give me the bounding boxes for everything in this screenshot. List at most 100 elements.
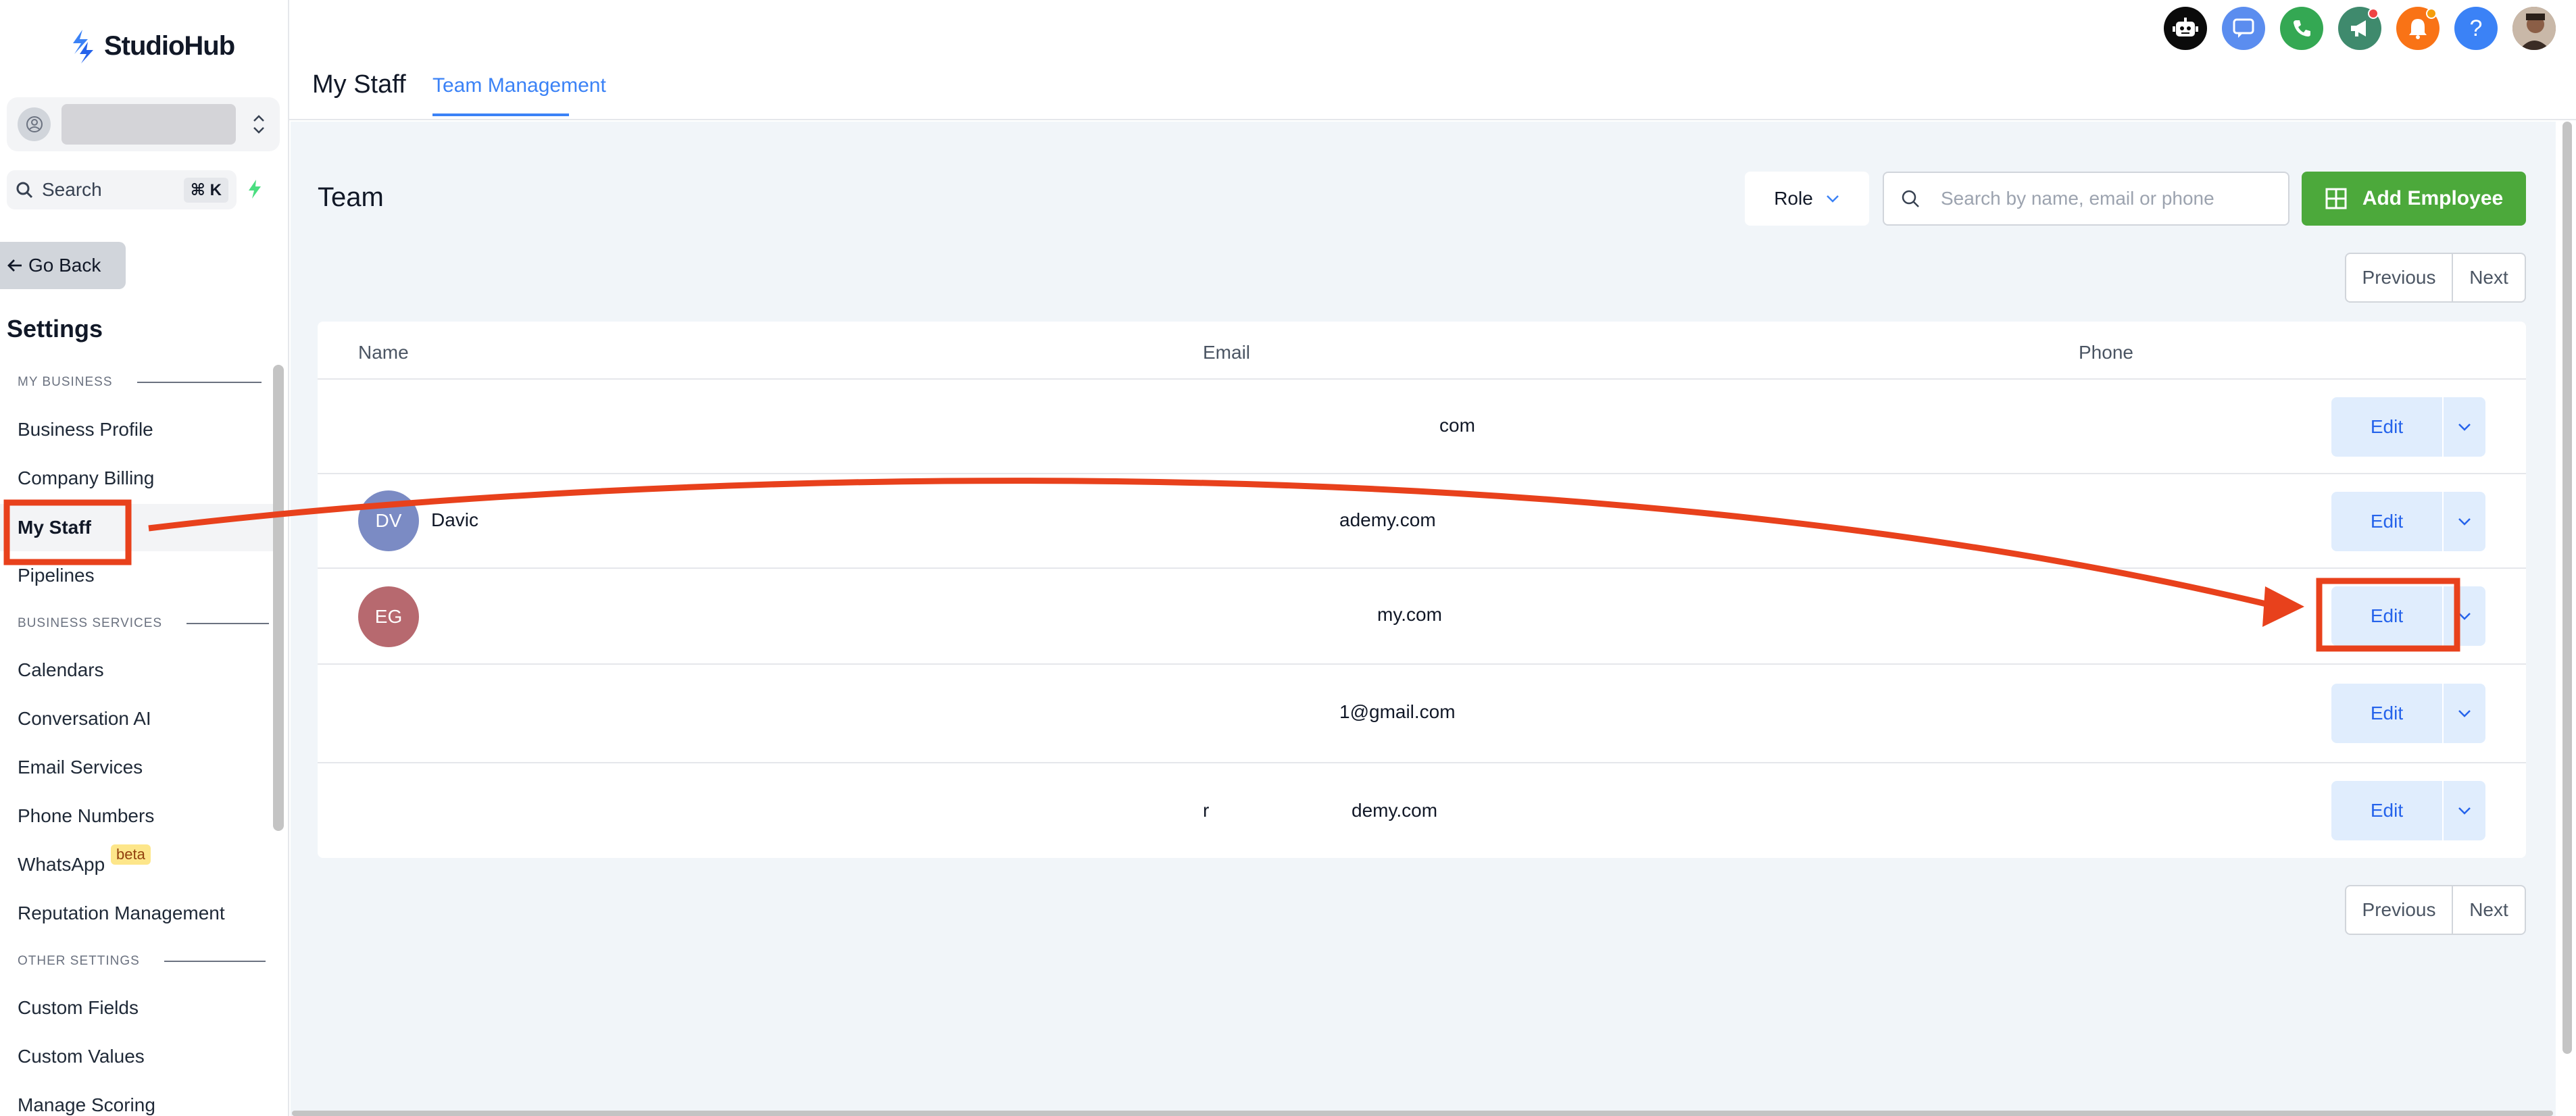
- top-header: My Staff Team Management ?: [289, 0, 2576, 120]
- header-icons: ?: [2164, 7, 2556, 50]
- edit-button[interactable]: Edit: [2331, 781, 2442, 840]
- row-action-group: Edit: [2331, 781, 2485, 840]
- table-row: 1@gmail.com Edit: [318, 663, 2526, 762]
- row-name: Davic: [431, 509, 479, 530]
- search-icon: [1902, 190, 1919, 207]
- help-icon[interactable]: ?: [2454, 7, 2498, 50]
- sidebar-item-manage-scoring[interactable]: Manage Scoring: [18, 1094, 155, 1116]
- row-action-dropdown[interactable]: [2444, 492, 2485, 551]
- row-action-dropdown[interactable]: [2444, 397, 2485, 457]
- employee-search-input[interactable]: Search by name, email or phone: [1883, 172, 2289, 226]
- table-row: EG my.com Edit: [318, 567, 2526, 663]
- sidebar-scrollbar[interactable]: [273, 365, 284, 831]
- row-action-dropdown[interactable]: [2444, 781, 2485, 840]
- bot-icon[interactable]: [2164, 7, 2207, 50]
- row-action-group: Edit: [2331, 586, 2485, 646]
- go-back-button[interactable]: Go Back: [0, 242, 126, 289]
- search-shortcut-badge: ⌘ K: [183, 177, 228, 203]
- notification-dot: [2426, 8, 2437, 19]
- phone-icon[interactable]: [2280, 7, 2323, 50]
- sidebar-item-phone-numbers[interactable]: Phone Numbers: [18, 805, 154, 827]
- pagination-bottom: Previous Next: [2345, 885, 2526, 935]
- notification-dot: [2368, 8, 2379, 19]
- edit-button[interactable]: Edit: [2331, 397, 2442, 457]
- chevron-updown-icon: [249, 113, 269, 136]
- sidebar-item-business-profile[interactable]: Business Profile: [18, 419, 153, 440]
- edit-button[interactable]: Edit: [2331, 492, 2442, 551]
- previous-button[interactable]: Previous: [2346, 886, 2453, 934]
- column-header-name: Name: [358, 342, 409, 363]
- arrow-left-icon: [7, 259, 22, 272]
- table-row: DV Davic ademy.com Edit: [318, 473, 2526, 567]
- row-email: demy.com: [1352, 800, 1438, 821]
- avatar: DV: [358, 490, 419, 551]
- sidebar-item-calendars[interactable]: Calendars: [18, 659, 104, 681]
- row-email: my.com: [1377, 604, 1442, 625]
- brand-logo[interactable]: StudioHub: [68, 27, 235, 65]
- sidebar-item-whatsapp[interactable]: WhatsApp: [18, 854, 105, 876]
- grid-icon: [2325, 188, 2347, 209]
- table-row: com Edit: [318, 378, 2526, 473]
- row-email: com: [1439, 415, 1475, 436]
- user-avatar[interactable]: [2512, 7, 2556, 50]
- sidebar-item-reputation-management[interactable]: Reputation Management: [18, 903, 225, 924]
- column-header-phone: Phone: [2079, 342, 2133, 363]
- row-email-prefix: r: [1203, 800, 1210, 821]
- chevron-down-icon: [2458, 710, 2471, 717]
- chevron-down-icon: [2458, 518, 2471, 526]
- brand-name: StudioHub: [104, 30, 235, 61]
- account-name-redacted: [61, 104, 236, 145]
- sidebar-item-my-staff[interactable]: My Staff: [0, 504, 273, 551]
- sidebar-item-company-billing[interactable]: Company Billing: [18, 467, 154, 489]
- sidebar-item-pipelines[interactable]: Pipelines: [18, 565, 95, 586]
- team-table: Name Email Phone com Edit DV Davic ademy…: [318, 322, 2526, 858]
- section-business-services: BUSINESS SERVICES: [18, 616, 270, 631]
- section-my-business: MY BUSINESS: [18, 375, 262, 390]
- help-glyph: ?: [2469, 15, 2483, 41]
- chevron-down-icon: [2458, 424, 2471, 431]
- bell-icon[interactable]: [2396, 7, 2439, 50]
- active-tab-indicator: [432, 113, 569, 116]
- edit-button[interactable]: Edit: [2331, 586, 2442, 646]
- pagination-top: Previous Next: [2345, 253, 2526, 303]
- row-action-dropdown[interactable]: [2444, 684, 2485, 743]
- search-icon: [16, 182, 33, 199]
- sidebar-item-custom-values[interactable]: Custom Values: [18, 1046, 145, 1067]
- account-switcher[interactable]: [7, 97, 280, 151]
- team-title: Team: [318, 182, 384, 212]
- lightning-icon[interactable]: [246, 178, 264, 203]
- studiohub-logo-icon: [73, 30, 93, 64]
- add-employee-label: Add Employee: [2362, 187, 2504, 209]
- main-horizontal-scrollbar[interactable]: [292, 1111, 2553, 1116]
- row-action-group: Edit: [2331, 684, 2485, 743]
- role-filter-label: Role: [1774, 188, 1813, 209]
- sidebar-item-custom-fields[interactable]: Custom Fields: [18, 997, 139, 1019]
- chat-icon[interactable]: [2222, 7, 2265, 50]
- next-button[interactable]: Next: [2453, 254, 2525, 301]
- previous-button[interactable]: Previous: [2346, 254, 2453, 301]
- row-action-group: Edit: [2331, 397, 2485, 457]
- go-back-label: Go Back: [28, 255, 101, 276]
- add-employee-button[interactable]: Add Employee: [2302, 172, 2526, 226]
- row-action-dropdown[interactable]: [2444, 586, 2485, 646]
- sidebar-item-email-services[interactable]: Email Services: [18, 757, 143, 778]
- row-action-group: Edit: [2331, 492, 2485, 551]
- main-content: Team Role Search by name, email or phone…: [291, 122, 2556, 1116]
- sidebar-item-my-staff-label: My Staff: [18, 517, 91, 538]
- beta-badge: beta: [111, 844, 151, 865]
- sidebar-search-label: Search: [42, 179, 102, 200]
- edit-button[interactable]: Edit: [2331, 684, 2442, 743]
- table-row: r demy.com Edit: [318, 762, 2526, 858]
- next-button[interactable]: Next: [2453, 886, 2525, 934]
- employee-search-placeholder: Search by name, email or phone: [1941, 188, 2214, 209]
- row-email: 1@gmail.com: [1339, 701, 1456, 722]
- sidebar-search[interactable]: Search ⌘ K: [7, 170, 237, 209]
- page-title: My Staff: [312, 70, 406, 99]
- sidebar-item-conversation-ai[interactable]: Conversation AI: [18, 708, 151, 730]
- chevron-down-icon: [2458, 613, 2471, 620]
- main-vertical-scrollbar[interactable]: [2562, 122, 2572, 1054]
- tab-team-management[interactable]: Team Management: [432, 74, 606, 97]
- megaphone-icon[interactable]: [2338, 7, 2381, 50]
- column-header-email: Email: [1203, 342, 1251, 363]
- role-filter-dropdown[interactable]: Role: [1745, 172, 1869, 226]
